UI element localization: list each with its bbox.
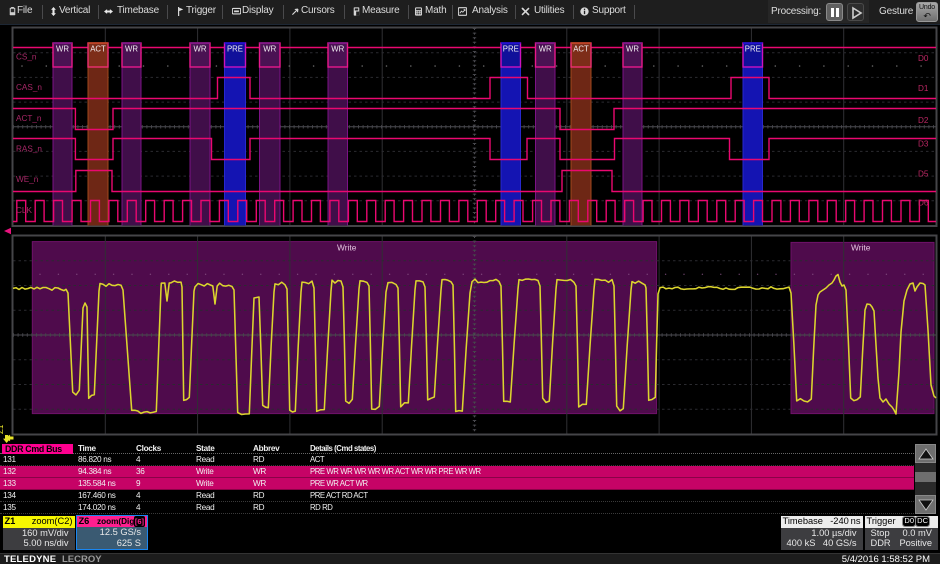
svg-text:ACT_n: ACT_n bbox=[16, 114, 42, 123]
svg-text:PRE: PRE bbox=[745, 45, 761, 54]
svg-text:CS_n: CS_n bbox=[16, 53, 37, 62]
svg-text:WR: WR bbox=[626, 45, 639, 54]
svg-text:ACT: ACT bbox=[573, 45, 589, 54]
svg-text:D6: D6 bbox=[918, 199, 929, 208]
svg-text:RAS_n: RAS_n bbox=[16, 145, 42, 154]
svg-text:D1: D1 bbox=[918, 84, 929, 93]
svg-text:Write: Write bbox=[337, 243, 357, 253]
svg-text:Z1: Z1 bbox=[0, 424, 5, 434]
svg-text:D3: D3 bbox=[918, 140, 929, 149]
svg-text:WR: WR bbox=[56, 45, 69, 54]
svg-text:CAS_n: CAS_n bbox=[16, 83, 42, 92]
svg-text:CLK: CLK bbox=[16, 206, 32, 215]
svg-text:D2: D2 bbox=[918, 116, 929, 125]
svg-text:ACT: ACT bbox=[90, 45, 106, 54]
svg-text:PRE: PRE bbox=[227, 45, 243, 54]
svg-text:D5: D5 bbox=[918, 170, 929, 179]
svg-text:WR: WR bbox=[194, 45, 207, 54]
svg-text:WR: WR bbox=[331, 45, 344, 54]
svg-text:WR: WR bbox=[125, 45, 138, 54]
svg-text:D0: D0 bbox=[918, 54, 929, 63]
svg-text:PRE: PRE bbox=[503, 45, 519, 54]
svg-text:Write: Write bbox=[851, 243, 871, 253]
svg-text:WE_n: WE_n bbox=[16, 175, 39, 184]
svg-text:WR: WR bbox=[263, 45, 276, 54]
svg-text:WR: WR bbox=[539, 45, 552, 54]
